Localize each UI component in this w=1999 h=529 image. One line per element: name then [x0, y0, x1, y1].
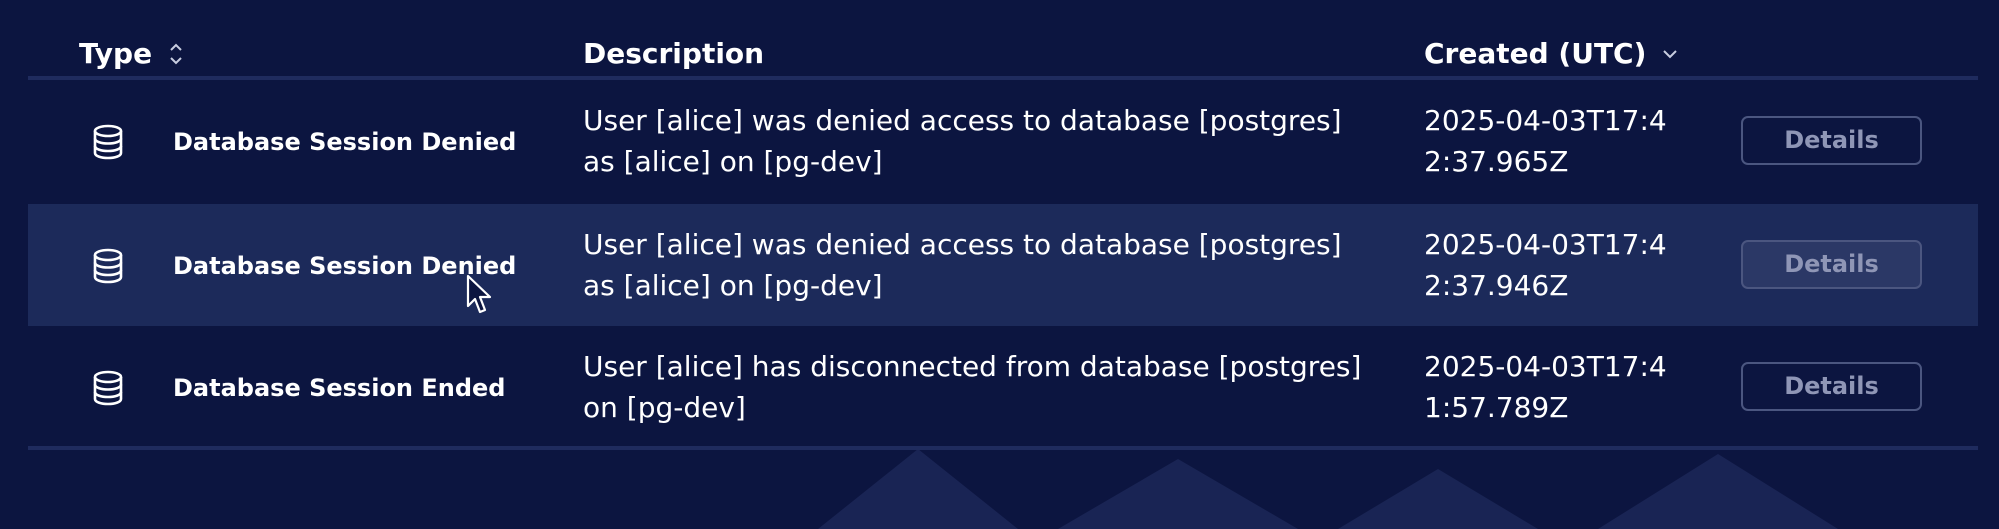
- database-icon: [93, 248, 123, 284]
- database-icon: [93, 124, 123, 160]
- details-button[interactable]: Details: [1741, 240, 1922, 289]
- database-icon: [93, 370, 123, 406]
- event-type: Database Session Ended: [173, 374, 506, 402]
- column-header-type[interactable]: Type: [79, 34, 184, 74]
- details-button[interactable]: Details: [1741, 116, 1922, 165]
- column-header-created[interactable]: Created (UTC): [1424, 34, 1680, 74]
- audit-events-table: Type Description Created (UTC) Database …: [28, 0, 1978, 529]
- event-description: User [alice] was denied access to databa…: [583, 104, 1342, 178]
- event-created: 2025-04-03T17:41:57.789Z: [1424, 350, 1667, 424]
- event-description: User [alice] was denied access to databa…: [583, 228, 1342, 302]
- event-created: 2025-04-03T17:42:37.965Z: [1424, 104, 1667, 178]
- event-type: Database Session Denied: [173, 252, 517, 280]
- mouse-pointer-icon: [466, 274, 492, 314]
- background-decoration: [818, 449, 1838, 529]
- column-header-description-label: Description: [583, 37, 765, 70]
- table-row[interactable]: Database Session Denied User [alice] was…: [28, 204, 1978, 529]
- event-created: 2025-04-03T17:42:37.946Z: [1424, 228, 1667, 302]
- chevron-down-icon[interactable]: [1660, 44, 1680, 64]
- column-header-description: Description: [583, 34, 764, 74]
- table-row[interactable]: Database Session Denied User [alice] was…: [28, 80, 1978, 204]
- table-row[interactable]: Database Session Ended User [alice] has …: [28, 326, 1978, 450]
- column-header-created-label: Created (UTC): [1424, 37, 1647, 70]
- sort-icon[interactable]: [168, 39, 184, 69]
- column-header-type-label: Type: [79, 37, 153, 70]
- event-type: Database Session Denied: [173, 128, 517, 156]
- details-button[interactable]: Details: [1741, 362, 1922, 411]
- event-description: User [alice] has disconnected from datab…: [583, 350, 1362, 424]
- table-header: Type Description Created (UTC): [28, 0, 1978, 80]
